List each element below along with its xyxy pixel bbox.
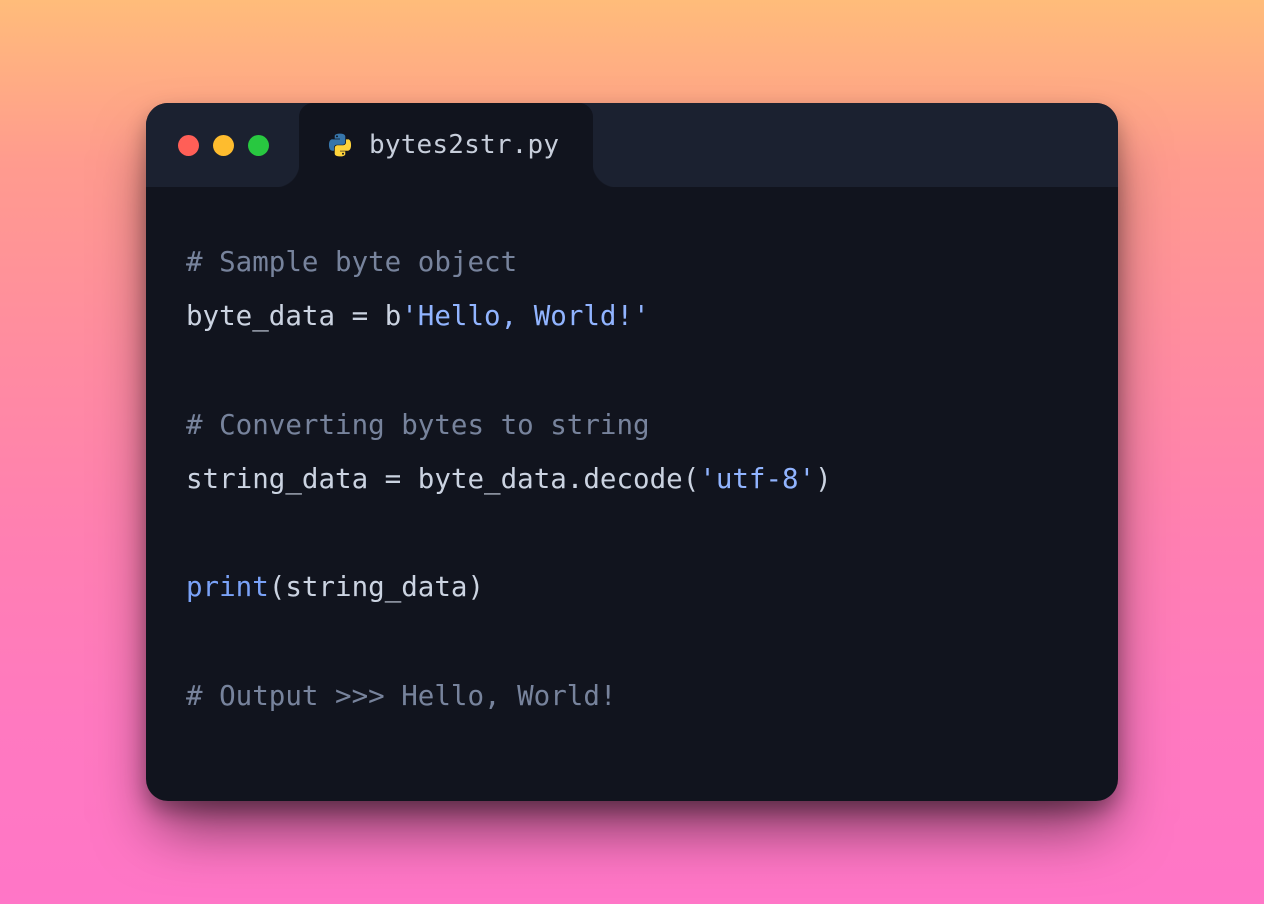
code-identifier: string_data [186,463,368,495]
code-paren: ) [815,463,832,495]
code-area[interactable]: # Sample byte object byte_data = b'Hello… [146,187,1118,801]
zoom-dot-icon[interactable] [248,135,269,156]
code-bytes-prefix: b [385,300,402,332]
code-operator: = [368,463,418,495]
code-identifier: string_data [285,571,467,603]
code-comment: # Converting bytes to string [186,409,650,441]
code-string: 'Hello, World!' [401,300,649,332]
titlebar: bytes2str.py [146,103,1118,187]
code-identifier: byte_data [186,300,335,332]
code-builtin: print [186,571,269,603]
file-tab[interactable]: bytes2str.py [299,103,593,187]
close-dot-icon[interactable] [178,135,199,156]
editor-window: bytes2str.py # Sample byte object byte_d… [146,103,1118,801]
code-paren: ( [269,571,286,603]
code-paren: ) [467,571,484,603]
minimize-dot-icon[interactable] [213,135,234,156]
window-controls [178,135,269,156]
code-call: byte_data.decode( [418,463,699,495]
python-icon [327,132,353,158]
code-operator: = [335,300,385,332]
code-string: 'utf-8' [699,463,815,495]
tab-filename: bytes2str.py [369,130,559,160]
code-comment: # Output >>> Hello, World! [186,680,616,712]
code-comment: # Sample byte object [186,246,517,278]
